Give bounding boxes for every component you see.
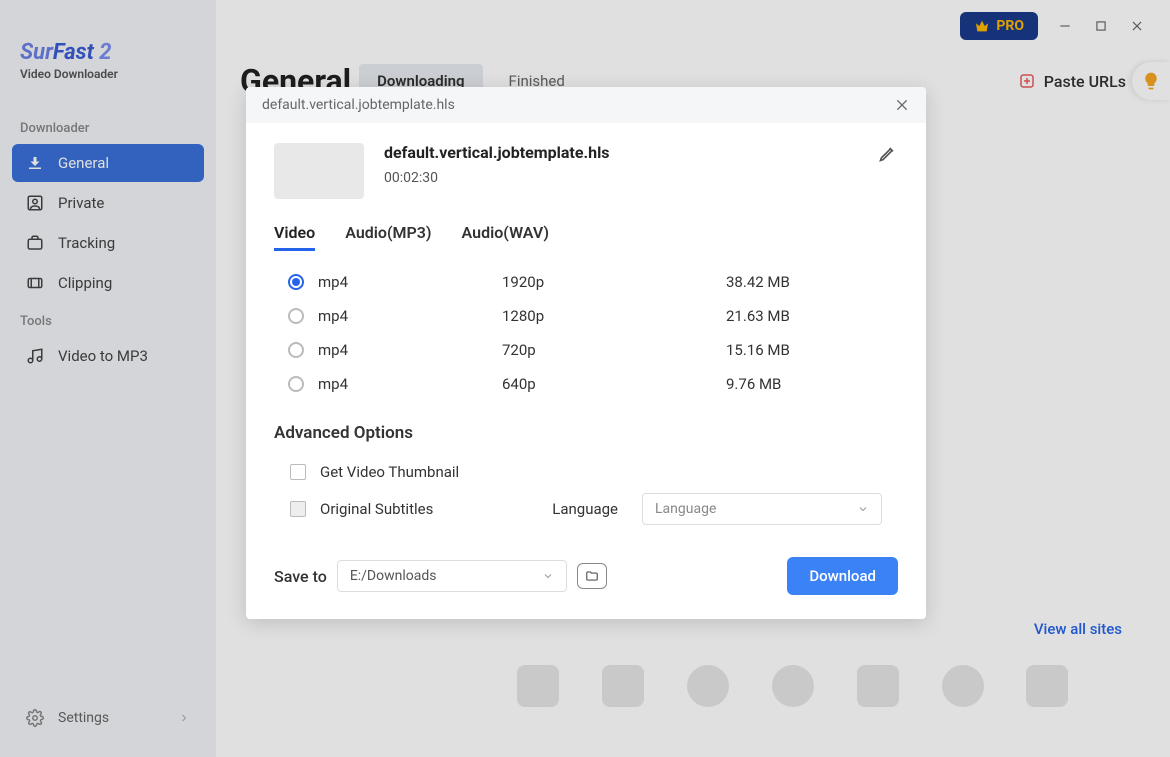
item-header: default.vertical.jobtemplate.hls 00:02:3… [274,143,898,199]
modal-close-button[interactable] [894,97,910,113]
modal-body: default.vertical.jobtemplate.hls 00:02:3… [246,123,926,619]
save-path-select[interactable]: E:/Downloads [337,560,567,592]
download-modal: default.vertical.jobtemplate.hls default… [246,87,926,619]
language-select[interactable]: Language [642,493,882,525]
format-tab-audio-mp3[interactable]: Audio(MP3) [345,223,431,251]
quality-row[interactable]: mp4 1920p 38.42 MB [274,265,898,299]
quality-format: mp4 [318,273,488,291]
item-title: default.vertical.jobtemplate.hls [384,143,610,162]
quality-radio[interactable] [288,376,304,392]
close-icon [894,97,910,113]
quality-row[interactable]: mp4 720p 15.16 MB [274,333,898,367]
quality-resolution: 1920p [502,273,712,291]
modal-header-title: default.vertical.jobtemplate.hls [262,97,455,113]
quality-size: 38.42 MB [726,273,884,291]
quality-format: mp4 [318,307,488,325]
thumbnail-label: Get Video Thumbnail [320,463,459,481]
format-tab-audio-wav[interactable]: Audio(WAV) [462,223,549,251]
modal-header: default.vertical.jobtemplate.hls [246,87,926,123]
quality-format: mp4 [318,341,488,359]
chevron-down-icon [857,503,869,515]
quality-row[interactable]: mp4 640p 9.76 MB [274,367,898,401]
quality-radio[interactable] [288,342,304,358]
quality-size: 9.76 MB [726,375,884,393]
video-thumbnail [274,143,364,199]
download-button[interactable]: Download [787,557,898,595]
quality-row[interactable]: mp4 1280p 21.63 MB [274,299,898,333]
advanced-options-title: Advanced Options [274,423,898,443]
quality-size: 21.63 MB [726,307,884,325]
quality-resolution: 720p [502,341,712,359]
save-row: Save to E:/Downloads Download [274,557,898,595]
quality-format: mp4 [318,375,488,393]
option-thumbnail-row[interactable]: Get Video Thumbnail [274,457,898,487]
chevron-down-icon [542,570,554,582]
language-label: Language [552,500,618,518]
pencil-icon [878,143,898,163]
format-tabs: Video Audio(MP3) Audio(WAV) [274,223,898,251]
subtitles-label: Original Subtitles [320,500,433,518]
folder-icon [583,569,601,583]
language-placeholder: Language [655,501,716,517]
save-to-label: Save to [274,567,327,586]
quality-radio[interactable] [288,308,304,324]
subtitles-checkbox [290,501,306,517]
quality-resolution: 1280p [502,307,712,325]
quality-resolution: 640p [502,375,712,393]
thumbnail-checkbox[interactable] [290,464,306,480]
open-folder-button[interactable] [577,563,607,589]
option-subtitles-row: Original Subtitles Language Language [274,487,898,531]
item-duration: 00:02:30 [384,170,610,186]
edit-title-button[interactable] [878,143,898,163]
quality-size: 15.16 MB [726,341,884,359]
quality-list: mp4 1920p 38.42 MB mp4 1280p 21.63 MB mp4 720p 1… [274,265,898,401]
quality-radio[interactable] [288,274,304,290]
format-tab-video[interactable]: Video [274,223,315,251]
save-path-value: E:/Downloads [350,568,437,584]
